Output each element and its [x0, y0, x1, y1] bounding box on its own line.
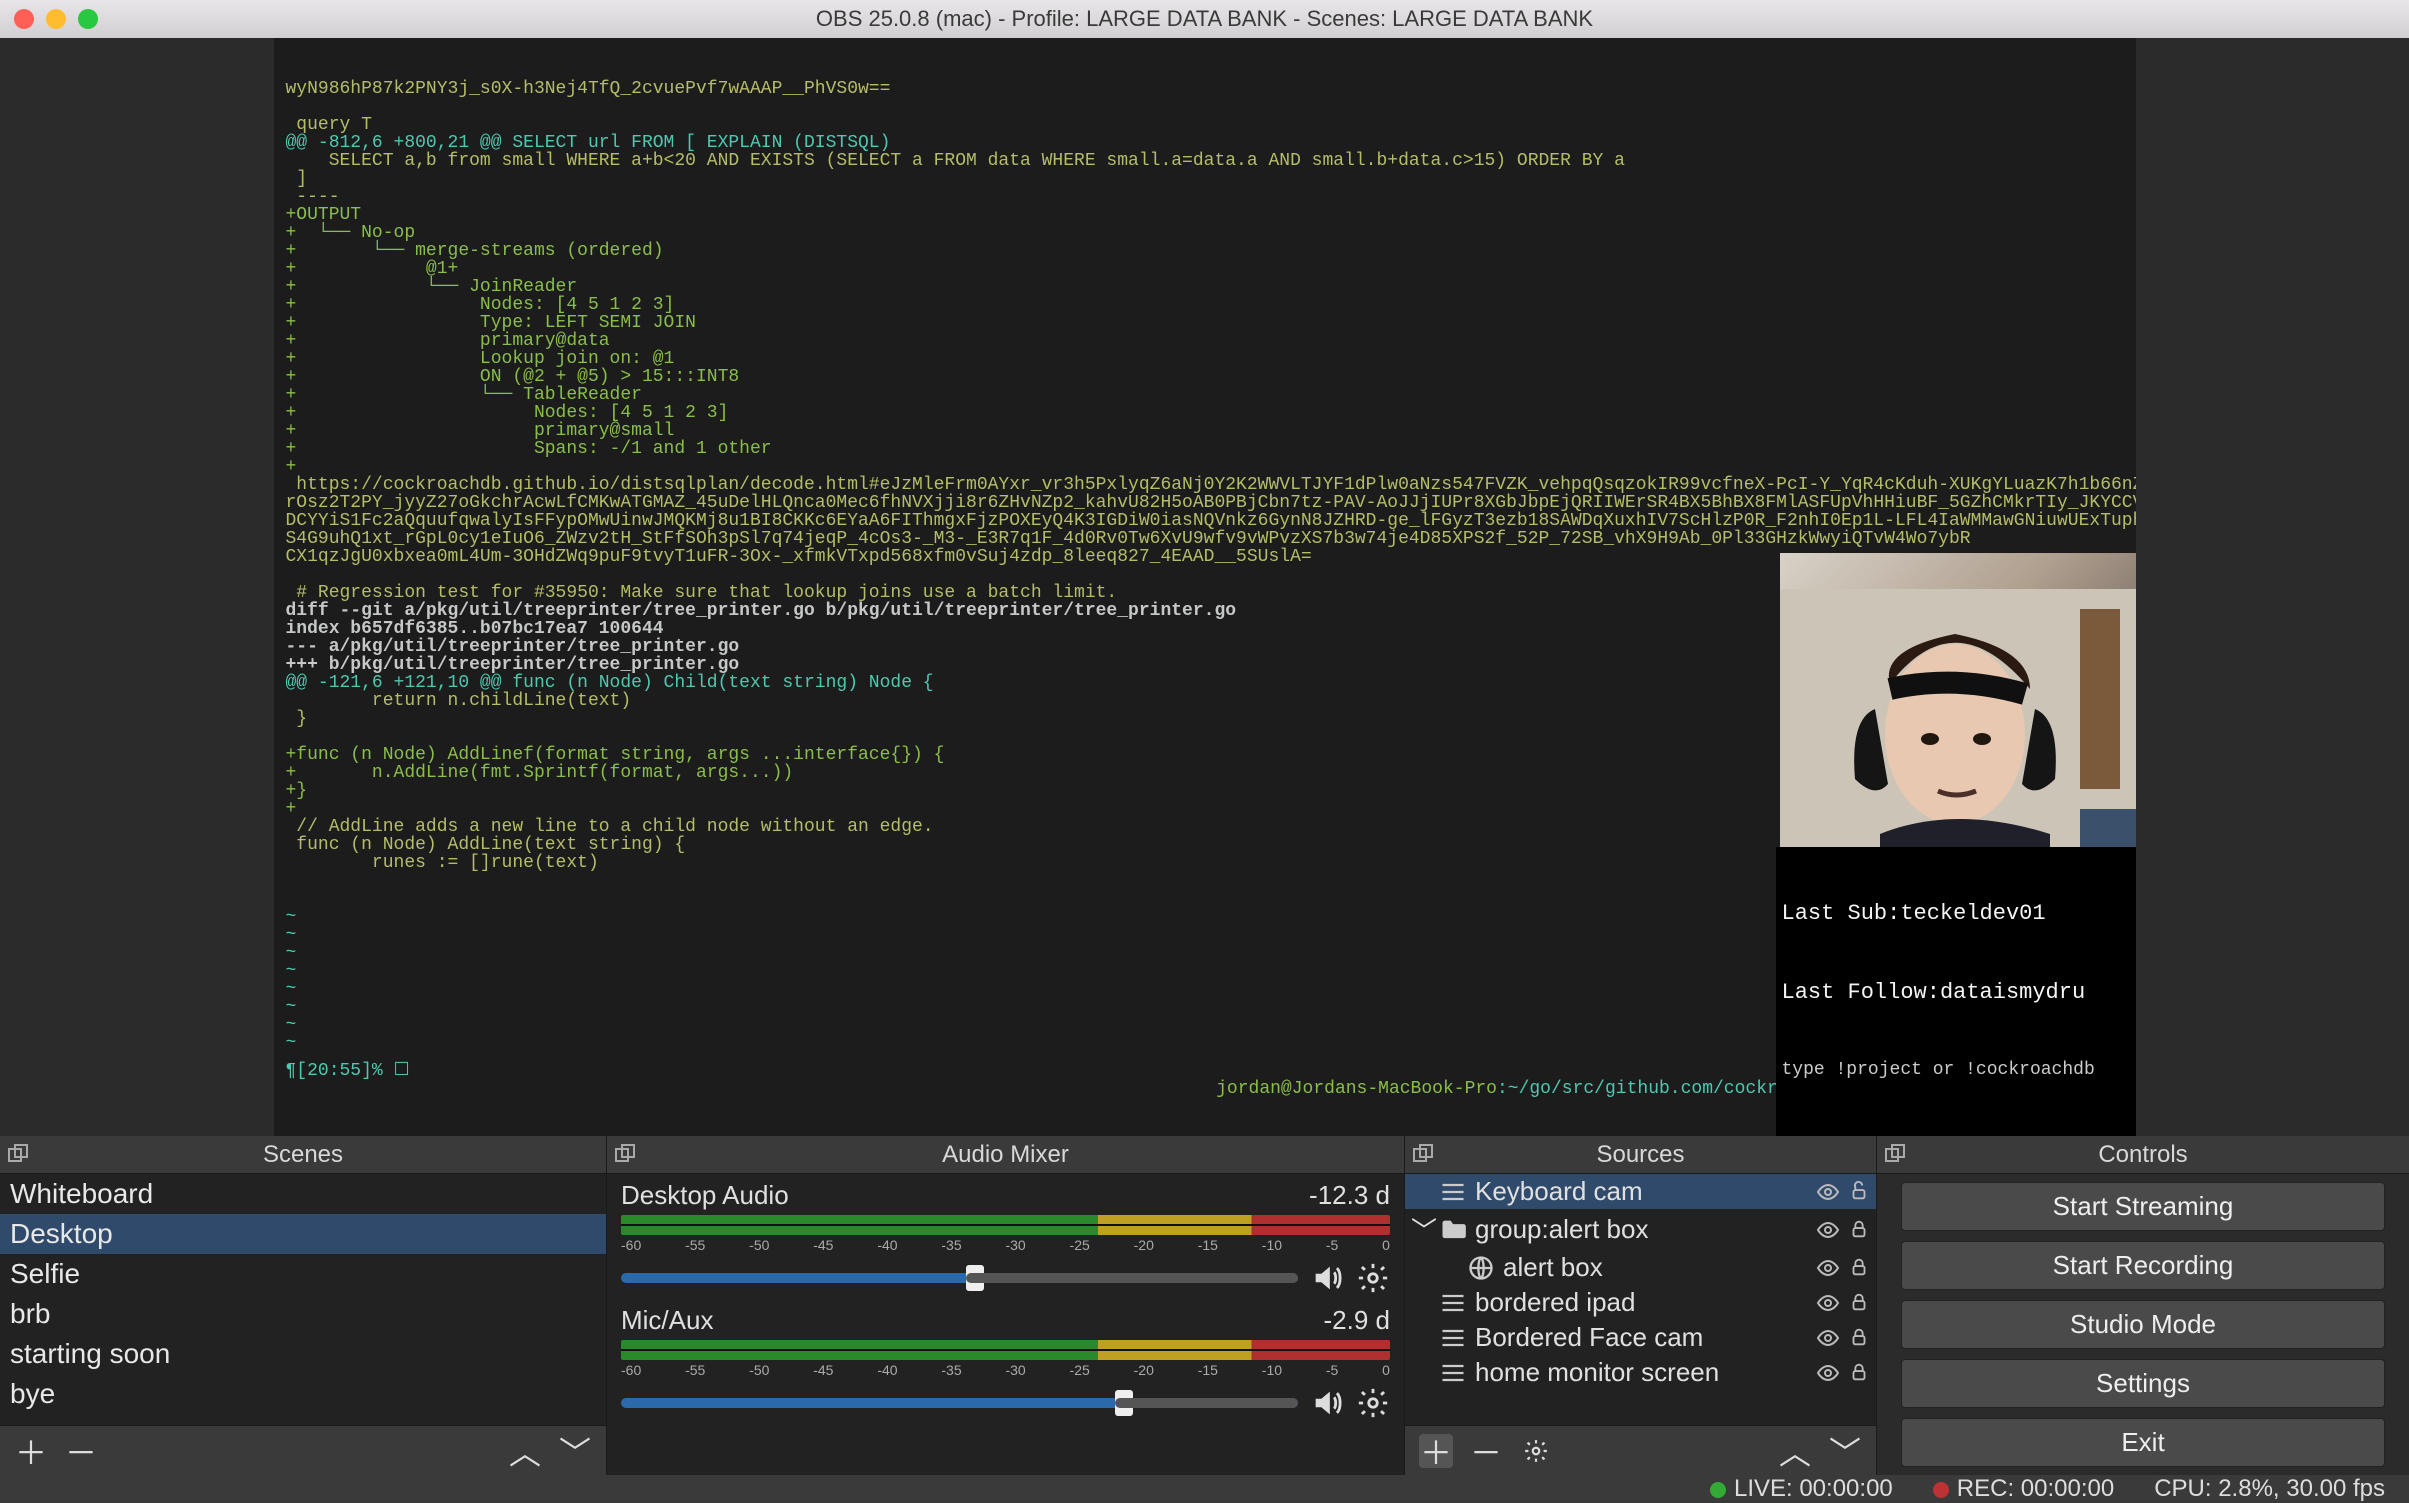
lock-toggle[interactable] — [1848, 1361, 1870, 1385]
source-row[interactable]: home monitor screen — [1405, 1355, 1876, 1390]
scene-down-button[interactable]: ﹀ — [558, 1434, 592, 1468]
lock-toggle[interactable] — [1848, 1180, 1870, 1204]
audio-meter — [621, 1215, 1390, 1235]
sources-toolbar: ＋ － ︿ ﹀ — [1405, 1425, 1876, 1475]
bars-icon — [1439, 1359, 1467, 1387]
scene-row[interactable]: Whiteboard — [0, 1174, 606, 1214]
preview-area[interactable]: wyN986hP87k2PNY3j_s0X-h3Nej4TfQ_2cvuePvf… — [0, 38, 2409, 1136]
detach-icon[interactable] — [6, 1142, 30, 1166]
source-row[interactable]: alert box — [1405, 1250, 1876, 1285]
source-label: home monitor screen — [1475, 1357, 1719, 1388]
source-up-button[interactable]: ︿ — [1778, 1434, 1812, 1468]
globe-icon — [1467, 1254, 1495, 1282]
status-bar: LIVE: 00:00:00 REC: 00:00:00 CPU: 2.8%, … — [0, 1475, 2409, 1503]
scene-row[interactable]: bye — [0, 1374, 606, 1414]
bars-icon — [1439, 1324, 1467, 1352]
lock-toggle[interactable] — [1848, 1256, 1870, 1280]
settings-button[interactable]: Settings — [1901, 1359, 2385, 1408]
studio-mode-button[interactable]: Studio Mode — [1901, 1300, 2385, 1349]
remove-scene-button[interactable]: － — [64, 1434, 98, 1468]
source-row[interactable]: ﹀ group:alert box — [1405, 1209, 1876, 1250]
detach-icon[interactable] — [613, 1142, 637, 1166]
scene-row[interactable]: Selfie — [0, 1254, 606, 1294]
audio-channel-name: Desktop Audio — [621, 1180, 789, 1211]
detach-icon[interactable] — [1411, 1142, 1435, 1166]
source-label: bordered ipad — [1475, 1287, 1635, 1318]
source-row[interactable]: bordered ipad — [1405, 1285, 1876, 1320]
source-down-button[interactable]: ﹀ — [1828, 1434, 1862, 1468]
add-source-button[interactable]: ＋ — [1419, 1434, 1453, 1468]
terminal-prompt-left: ¶[20:55]% ☐ — [286, 1062, 410, 1116]
source-row[interactable]: Keyboard cam — [1405, 1174, 1876, 1209]
audio-ticks: -60-55-50-45-40-35-30-25-20-15-10-50 — [621, 1362, 1390, 1378]
controls-title: Controls — [2098, 1141, 2187, 1169]
audio-ticks: -60-55-50-45-40-35-30-25-20-15-10-50 — [621, 1237, 1390, 1253]
sources-title: Sources — [1596, 1141, 1684, 1169]
audio-settings-button[interactable] — [1356, 1386, 1390, 1420]
bars-icon — [1439, 1289, 1467, 1317]
bars-icon — [1439, 1178, 1467, 1206]
source-properties-button[interactable] — [1519, 1434, 1553, 1468]
start-streaming-button[interactable]: Start Streaming — [1901, 1182, 2385, 1231]
window-title: OBS 25.0.8 (mac) - Profile: LARGE DATA B… — [0, 6, 2409, 32]
maximize-window-button[interactable] — [78, 9, 98, 29]
start-recording-button[interactable]: Start Recording — [1901, 1241, 2385, 1290]
add-scene-button[interactable]: ＋ — [14, 1434, 48, 1468]
source-label: Bordered Face cam — [1475, 1322, 1703, 1353]
audio-mixer-panel: Audio Mixer Desktop Audio -12.3 d -60-55… — [607, 1136, 1405, 1475]
close-window-button[interactable] — [14, 9, 34, 29]
title-bar: OBS 25.0.8 (mac) - Profile: LARGE DATA B… — [0, 0, 2409, 38]
scenes-toolbar: ＋ － ︿ ﹀ — [0, 1425, 606, 1475]
face-camera-source[interactable] — [1780, 553, 2136, 883]
audio-channel-level: -12.3 d — [1309, 1180, 1390, 1211]
controls-panel: Controls Start Streaming Start Recording S… — [1877, 1136, 2409, 1475]
source-row[interactable]: Bordered Face cam — [1405, 1320, 1876, 1355]
mute-button[interactable] — [1310, 1386, 1344, 1420]
source-label: Keyboard cam — [1475, 1176, 1643, 1207]
lock-toggle[interactable] — [1848, 1218, 1870, 1242]
visibility-toggle[interactable] — [1816, 1291, 1840, 1315]
exit-button[interactable]: Exit — [1901, 1418, 2385, 1467]
folder-icon — [1439, 1216, 1467, 1244]
volume-slider[interactable] — [621, 1273, 1298, 1283]
source-label: group:alert box — [1475, 1214, 1648, 1245]
status-cpu: CPU: 2.8%, 30.00 fps — [2154, 1475, 2385, 1503]
source-label: alert box — [1503, 1252, 1603, 1283]
visibility-toggle[interactable] — [1816, 1180, 1840, 1204]
audio-channel-name: Mic/Aux — [621, 1305, 713, 1336]
scenes-panel: Scenes WhiteboardDesktopSelfiebrbstartin… — [0, 1136, 607, 1475]
audio-channel-level: -2.9 d — [1324, 1305, 1391, 1336]
minimize-window-button[interactable] — [46, 9, 66, 29]
scene-up-button[interactable]: ︿ — [508, 1434, 542, 1468]
stream-info-overlay: Last Sub:teckeldev01 Last Follow:dataism… — [1776, 847, 2136, 1137]
status-rec: REC: 00:00:00 — [1933, 1475, 2114, 1503]
scene-row[interactable]: Desktop — [0, 1214, 606, 1254]
audio-channel: Desktop Audio -12.3 d -60-55-50-45-40-35… — [621, 1180, 1390, 1295]
chevron-down-icon[interactable]: ﹀ — [1411, 1211, 1431, 1248]
visibility-toggle[interactable] — [1816, 1326, 1840, 1350]
audio-settings-button[interactable] — [1356, 1261, 1390, 1295]
sources-list[interactable]: Keyboard cam ﹀ group:alert box alert box… — [1405, 1174, 1876, 1425]
audio-channel: Mic/Aux -2.9 d -60-55-50-45-40-35-30-25-… — [621, 1305, 1390, 1420]
status-live: LIVE: 00:00:00 — [1710, 1475, 1893, 1503]
scenes-list[interactable]: WhiteboardDesktopSelfiebrbstarting soonb… — [0, 1174, 606, 1425]
remove-source-button[interactable]: － — [1469, 1434, 1503, 1468]
visibility-toggle[interactable] — [1816, 1256, 1840, 1280]
sources-panel: Sources Keyboard cam ﹀ group:alert box a… — [1405, 1136, 1877, 1475]
scene-row[interactable]: starting soon — [0, 1334, 606, 1374]
detach-icon[interactable] — [1883, 1142, 1907, 1166]
window-controls — [14, 9, 98, 29]
mute-button[interactable] — [1310, 1261, 1344, 1295]
terminal-capture: wyN986hP87k2PNY3j_s0X-h3Nej4TfQ_2cvuePvf… — [274, 38, 2136, 1136]
lock-toggle[interactable] — [1848, 1291, 1870, 1315]
audio-title: Audio Mixer — [942, 1141, 1069, 1169]
lock-toggle[interactable] — [1848, 1326, 1870, 1350]
volume-slider[interactable] — [621, 1398, 1298, 1408]
scene-row[interactable]: brb — [0, 1294, 606, 1334]
visibility-toggle[interactable] — [1816, 1218, 1840, 1242]
visibility-toggle[interactable] — [1816, 1361, 1840, 1385]
audio-meter — [621, 1340, 1390, 1360]
scenes-title: Scenes — [263, 1141, 343, 1169]
